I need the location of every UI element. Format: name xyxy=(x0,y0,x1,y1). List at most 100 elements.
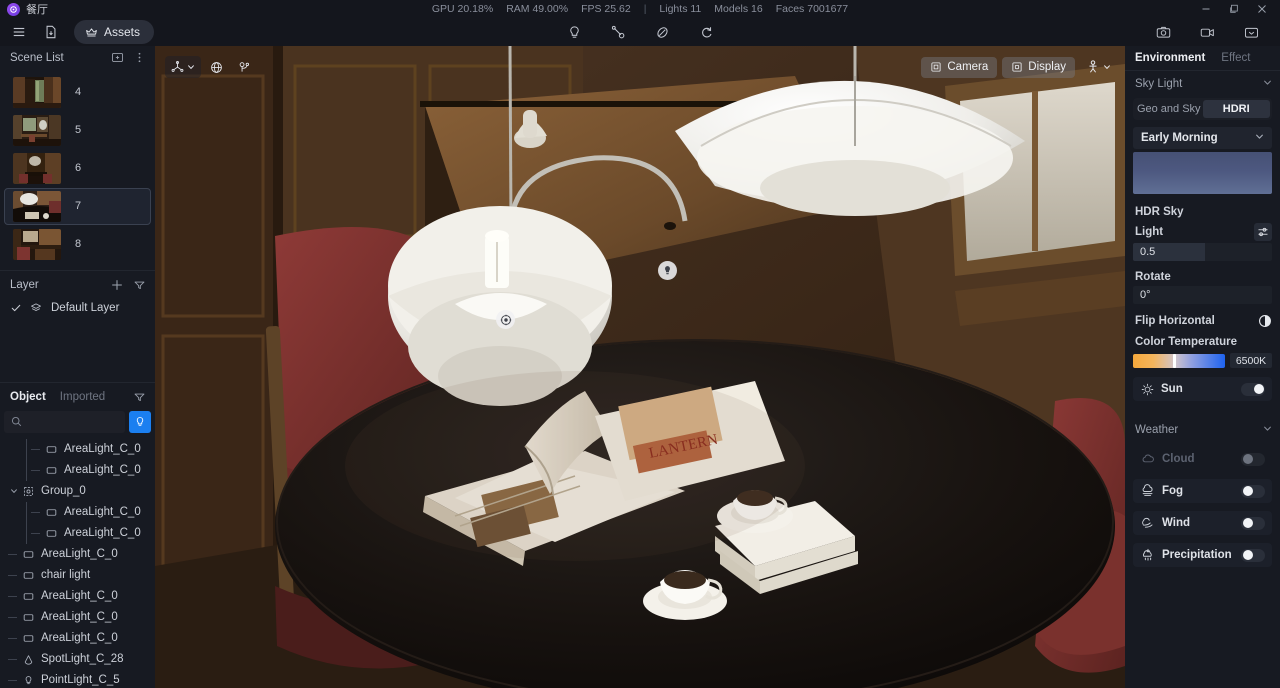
hdri-preset-select[interactable]: Early Morning xyxy=(1133,127,1272,149)
viewport-toolbar-right: Camera Display xyxy=(921,56,1117,78)
tree-row[interactable]: AreaLight_C_0 xyxy=(0,501,155,523)
scene-item[interactable]: 5 xyxy=(4,112,151,149)
chevron-down-icon[interactable] xyxy=(1103,63,1111,71)
sliders-icon[interactable] xyxy=(1254,223,1272,241)
minimize-icon[interactable] xyxy=(1192,0,1220,18)
display-button[interactable]: Display xyxy=(1002,56,1075,78)
tab-object[interactable]: Object xyxy=(10,391,46,403)
right-panel: Environment Effect Sky Light Geo and Sky… xyxy=(1125,46,1280,688)
render-tool-icon[interactable] xyxy=(695,20,717,44)
hdri-preview[interactable] xyxy=(1133,152,1272,194)
check-icon[interactable] xyxy=(11,303,21,313)
wind-row[interactable]: Wind xyxy=(1133,511,1272,535)
light-filter-button[interactable] xyxy=(129,410,151,433)
maximize-icon[interactable] xyxy=(1220,0,1248,18)
color-temperature-row: 6500K xyxy=(1125,351,1280,368)
sky-light-section-header[interactable]: Sky Light xyxy=(1125,71,1280,97)
panel-divider xyxy=(0,269,155,271)
world-axis-button[interactable] xyxy=(204,56,229,78)
path-tool-icon[interactable] xyxy=(607,20,629,44)
stat-gpu: GPU 20.18% xyxy=(431,3,494,15)
tree-row[interactable]: AreaLight_C_0 xyxy=(0,607,155,628)
light-tool-icon[interactable] xyxy=(563,20,585,44)
more-options-icon[interactable] xyxy=(131,50,147,66)
snap-button[interactable] xyxy=(232,56,257,78)
scene-item-selected[interactable]: 7 xyxy=(4,187,151,225)
tree-row[interactable]: chair light xyxy=(0,565,155,586)
viewport-toolbar-left xyxy=(165,56,257,78)
chevron-down-icon[interactable] xyxy=(1255,132,1264,144)
light-value-input[interactable]: 0.5 xyxy=(1133,243,1272,261)
add-scene-icon[interactable] xyxy=(109,50,125,66)
scene-item[interactable]: 8 xyxy=(4,226,151,263)
transform-gizmo-button[interactable] xyxy=(165,56,201,78)
chevron-down-icon[interactable] xyxy=(8,487,20,495)
sun-toggle[interactable] xyxy=(1241,382,1265,396)
rotate-value-input[interactable]: 0° xyxy=(1133,286,1272,304)
tree-label: SpotLight_C_28 xyxy=(41,653,124,666)
tree-row[interactable]: PointLight_C_5 xyxy=(0,670,155,688)
world-axis-icon xyxy=(210,61,223,74)
area-light-icon xyxy=(43,507,59,518)
add-layer-icon[interactable] xyxy=(109,277,125,293)
wind-toggle[interactable] xyxy=(1241,516,1265,530)
tree-row[interactable]: AreaLight_C_0 xyxy=(0,628,155,649)
sky-light-title: Sky Light xyxy=(1135,78,1183,90)
search-input[interactable] xyxy=(28,415,118,428)
fog-row[interactable]: Fog xyxy=(1133,479,1272,503)
tree-row[interactable]: AreaLight_C_0 xyxy=(0,438,155,460)
fog-label: Fog xyxy=(1162,485,1184,497)
cloud-row[interactable]: Cloud xyxy=(1133,447,1272,471)
app-root: 餐厅 GPU 20.18% RAM 49.00% FPS 25.62 | Lig… xyxy=(0,0,1280,688)
close-icon[interactable] xyxy=(1248,0,1276,18)
precipitation-row[interactable]: Precipitation xyxy=(1133,543,1272,567)
fog-toggle[interactable] xyxy=(1241,484,1265,498)
stat-models: Models 16 xyxy=(714,3,763,15)
seg-hdri[interactable]: HDRI xyxy=(1202,100,1270,118)
light-gizmo-b[interactable] xyxy=(496,310,515,329)
window-controls xyxy=(1192,0,1280,18)
sun-row[interactable]: Sun xyxy=(1133,377,1272,401)
tree-label: AreaLight_C_0 xyxy=(64,443,141,456)
material-tool-icon[interactable] xyxy=(651,20,673,44)
chevron-down-icon[interactable] xyxy=(1263,78,1272,90)
tab-effect[interactable]: Effect xyxy=(1221,52,1250,64)
chevron-down-icon[interactable] xyxy=(1263,424,1272,436)
tree-row[interactable]: AreaLight_C_0 xyxy=(0,586,155,607)
search-box[interactable] xyxy=(4,410,125,433)
sun-label: Sun xyxy=(1161,383,1183,395)
precipitation-toggle[interactable] xyxy=(1241,548,1265,562)
seg-geo-and-sky[interactable]: Geo and Sky xyxy=(1135,100,1203,118)
character-button[interactable] xyxy=(1080,56,1117,78)
camera-button[interactable]: Camera xyxy=(921,56,998,78)
object-filter-icon[interactable] xyxy=(131,389,147,405)
layer-item-default[interactable]: Default Layer xyxy=(0,296,155,320)
scene-item[interactable]: 4 xyxy=(4,74,151,111)
scene-item[interactable]: 6 xyxy=(4,150,151,187)
viewport-3d[interactable]: LANTERN Camera Display xyxy=(155,46,1125,688)
color-temperature-slider[interactable] xyxy=(1133,353,1225,368)
color-temperature-value[interactable]: 6500K xyxy=(1230,353,1272,368)
tree-row[interactable]: AreaLight_C_0 xyxy=(0,544,155,565)
contrast-icon[interactable] xyxy=(1258,314,1272,328)
area-light-icon xyxy=(20,612,36,623)
weather-section-header[interactable]: Weather xyxy=(1125,417,1280,443)
tree-row[interactable]: AreaLight_C_0 xyxy=(0,522,155,544)
layer-filter-icon[interactable] xyxy=(131,277,147,293)
tree-row[interactable]: SpotLight_C_28 xyxy=(0,649,155,670)
menu-bar-tools xyxy=(0,18,1280,46)
tree-row[interactable]: AreaLight_C_0 xyxy=(0,459,155,481)
character-icon xyxy=(1086,60,1100,74)
tab-imported[interactable]: Imported xyxy=(60,391,105,403)
chevron-down-icon[interactable] xyxy=(187,63,195,71)
light-gizmo-a[interactable] xyxy=(658,261,677,280)
cloud-toggle[interactable] xyxy=(1241,452,1265,466)
cloud-label: Cloud xyxy=(1162,453,1195,465)
tree-row-group[interactable]: Group_0 xyxy=(0,481,155,502)
tree-label: AreaLight_C_0 xyxy=(41,590,118,603)
tab-environment[interactable]: Environment xyxy=(1135,52,1205,64)
left-panel: Scene List 4 5 6 7 8 Layer Default Layer… xyxy=(0,46,155,688)
color-temperature-knob[interactable] xyxy=(1173,353,1177,368)
scene-thumbnail xyxy=(13,152,61,184)
tree-label: PointLight_C_5 xyxy=(41,674,120,687)
